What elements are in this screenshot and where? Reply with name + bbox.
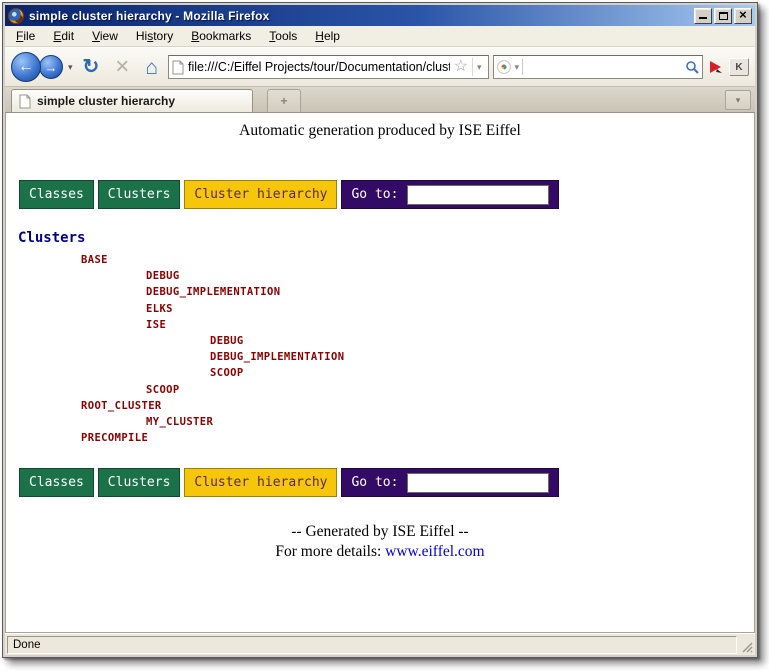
goto-box: Go to: [341,180,559,209]
menu-bar: File Edit View History Bookmarks Tools H… [5,26,755,47]
tree-item[interactable]: DEBUG [146,268,754,284]
clusters-button[interactable]: Clusters [98,180,181,209]
url-dropdown-button[interactable]: ▾ [472,58,486,76]
tree-item[interactable]: DEBUG_IMPLEMENTATION [146,284,754,300]
tree-item[interactable]: ROOT_CLUSTER [81,398,754,414]
tree-item[interactable]: DEBUG_IMPLEMENTATION [210,349,754,365]
menu-file[interactable]: File [7,27,44,45]
goto-label: Go to: [351,187,398,202]
resize-grip[interactable] [739,639,753,653]
back-button[interactable]: ← [11,52,41,82]
tree-item[interactable]: ISE [146,317,754,333]
more-details-text: For more details: [275,543,385,560]
search-bar[interactable]: ▾ [493,55,703,79]
tab-label: simple cluster hierarchy [37,94,175,108]
doc-nav-bottom: Classes Clusters Cluster hierarchy Go to… [19,468,754,497]
menu-edit[interactable]: Edit [44,27,83,45]
doc-nav-top: Classes Clusters Cluster hierarchy Go to… [19,180,754,209]
classes-button[interactable]: Classes [19,468,94,497]
clusters-heading: Clusters [18,230,754,246]
minimize-button[interactable] [694,8,712,24]
maximize-icon [719,12,728,20]
clusters-button[interactable]: Clusters [98,468,181,497]
menu-history[interactable]: History [127,27,182,45]
url-input[interactable] [188,60,450,74]
keyboard-key-icon[interactable]: K [729,58,749,76]
tree-item[interactable]: PRECOMPILE [81,430,754,446]
tree-item[interactable]: DEBUG [210,333,754,349]
tree-item[interactable]: MY_CLUSTER [146,414,754,430]
browser-window: simple cluster hierarchy - Mozilla Firef… [2,2,758,658]
back-arrow-icon: ← [18,58,34,76]
forward-arrow-icon: → [45,60,58,75]
menu-view[interactable]: View [83,27,127,45]
forward-button[interactable]: → [39,55,63,79]
close-icon: × [739,8,747,21]
status-bar: Done [5,633,755,655]
eiffel-link[interactable]: www.eiffel.com [385,543,484,560]
menu-bookmarks[interactable]: Bookmarks [182,27,260,45]
menu-tools[interactable]: Tools [260,27,306,45]
new-tab-button[interactable]: + [267,89,301,112]
classes-button[interactable]: Classes [19,180,94,209]
history-dropdown-button[interactable]: ▾ [68,62,73,73]
goto-input[interactable] [407,473,549,493]
google-icon [497,60,511,74]
page-icon [172,60,184,75]
address-bar[interactable]: ☆ ▾ [168,55,489,79]
navigation-toolbar: ← → ▾ ↻ × ⌂ ☆ ▾ ▾ K [5,47,755,87]
magnifier-icon[interactable] [685,60,699,74]
page-title: Automatic generation produced by ISE Eif… [6,122,754,140]
generated-by-text: -- Generated by ISE Eiffel -- [6,522,754,542]
tab-simple-cluster-hierarchy[interactable]: simple cluster hierarchy [11,89,253,112]
tab-bar: simple cluster hierarchy + ▾ [5,87,755,113]
tab-list-dropdown-button[interactable]: ▾ [725,90,751,110]
page-content: Automatic generation produced by ISE Eif… [5,113,755,633]
home-button[interactable]: ⌂ [139,57,164,78]
antivirus-icon[interactable] [707,59,725,75]
goto-label: Go to: [351,475,398,490]
menu-help[interactable]: Help [306,27,349,45]
tab-page-icon [19,94,31,109]
minimize-icon [699,11,707,19]
goto-input[interactable] [407,185,549,205]
search-input[interactable] [522,59,682,75]
goto-box: Go to: [341,468,559,497]
tree-item[interactable]: SCOOP [210,365,754,381]
close-button[interactable]: × [734,8,752,24]
reload-button[interactable]: ↻ [77,57,106,77]
window-title: simple cluster hierarchy - Mozilla Firef… [29,9,694,23]
cluster-hierarchy-button: Cluster hierarchy [184,180,337,209]
maximize-button[interactable] [714,8,732,24]
tree-item[interactable]: BASE [81,252,754,268]
tree-item[interactable]: ELKS [146,301,754,317]
status-text: Done [7,636,737,654]
search-engine-dropdown[interactable]: ▾ [514,62,519,73]
stop-button: × [109,55,135,79]
bookmark-star-icon[interactable]: ☆ [454,59,468,75]
title-bar[interactable]: simple cluster hierarchy - Mozilla Firef… [5,5,755,26]
cluster-hierarchy-button: Cluster hierarchy [184,468,337,497]
cluster-tree: BASE DEBUG DEBUG_IMPLEMENTATION ELKS ISE… [6,252,754,446]
firefox-icon [8,8,24,24]
tree-item[interactable]: SCOOP [146,382,754,398]
doc-footer: -- Generated by ISE Eiffel -- For more d… [6,522,754,562]
